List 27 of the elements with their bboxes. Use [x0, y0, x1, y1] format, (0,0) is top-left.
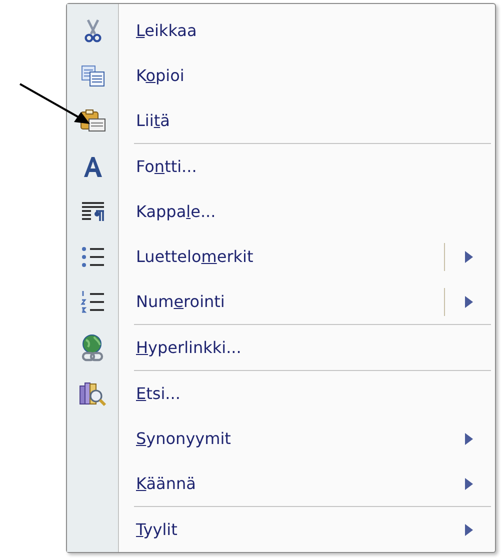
menu-item[interactable]: Liitä	[119, 98, 495, 143]
submenu-arrow-icon	[465, 296, 473, 308]
menu-item[interactable]: Fontti...	[119, 144, 495, 189]
numbered-list-icon	[80, 288, 106, 314]
menu-item[interactable]: Hyperlinkki...	[119, 325, 495, 370]
menu-item[interactable]: Luettelomerkit	[119, 234, 444, 279]
split-divider	[444, 242, 445, 270]
split-divider	[444, 288, 445, 316]
scissors-icon	[84, 18, 102, 42]
menu-item[interactable]: Tyylit	[119, 507, 465, 552]
menu-item[interactable]: Käännä	[119, 461, 465, 506]
menu-item[interactable]: Kopioi	[119, 53, 495, 98]
globe-link-icon	[80, 334, 106, 362]
menu-item[interactable]: Synonyymit	[119, 416, 465, 461]
menu-item[interactable]: Numerointi	[119, 279, 444, 324]
research-icon	[79, 380, 107, 408]
font-icon	[82, 156, 104, 178]
submenu-arrow-icon	[465, 250, 473, 262]
submenu-arrow-icon	[465, 524, 473, 536]
copy-icon	[81, 64, 105, 86]
submenu-arrow-icon	[465, 478, 473, 490]
menu-item[interactable]: Leikkaa	[119, 8, 495, 53]
menu-item[interactable]: Kappale...	[119, 189, 495, 234]
bullet-list-icon	[80, 244, 106, 268]
menu-item[interactable]: Etsi...	[119, 371, 495, 416]
submenu-arrow-icon	[465, 432, 473, 444]
paragraph-icon	[80, 200, 106, 222]
